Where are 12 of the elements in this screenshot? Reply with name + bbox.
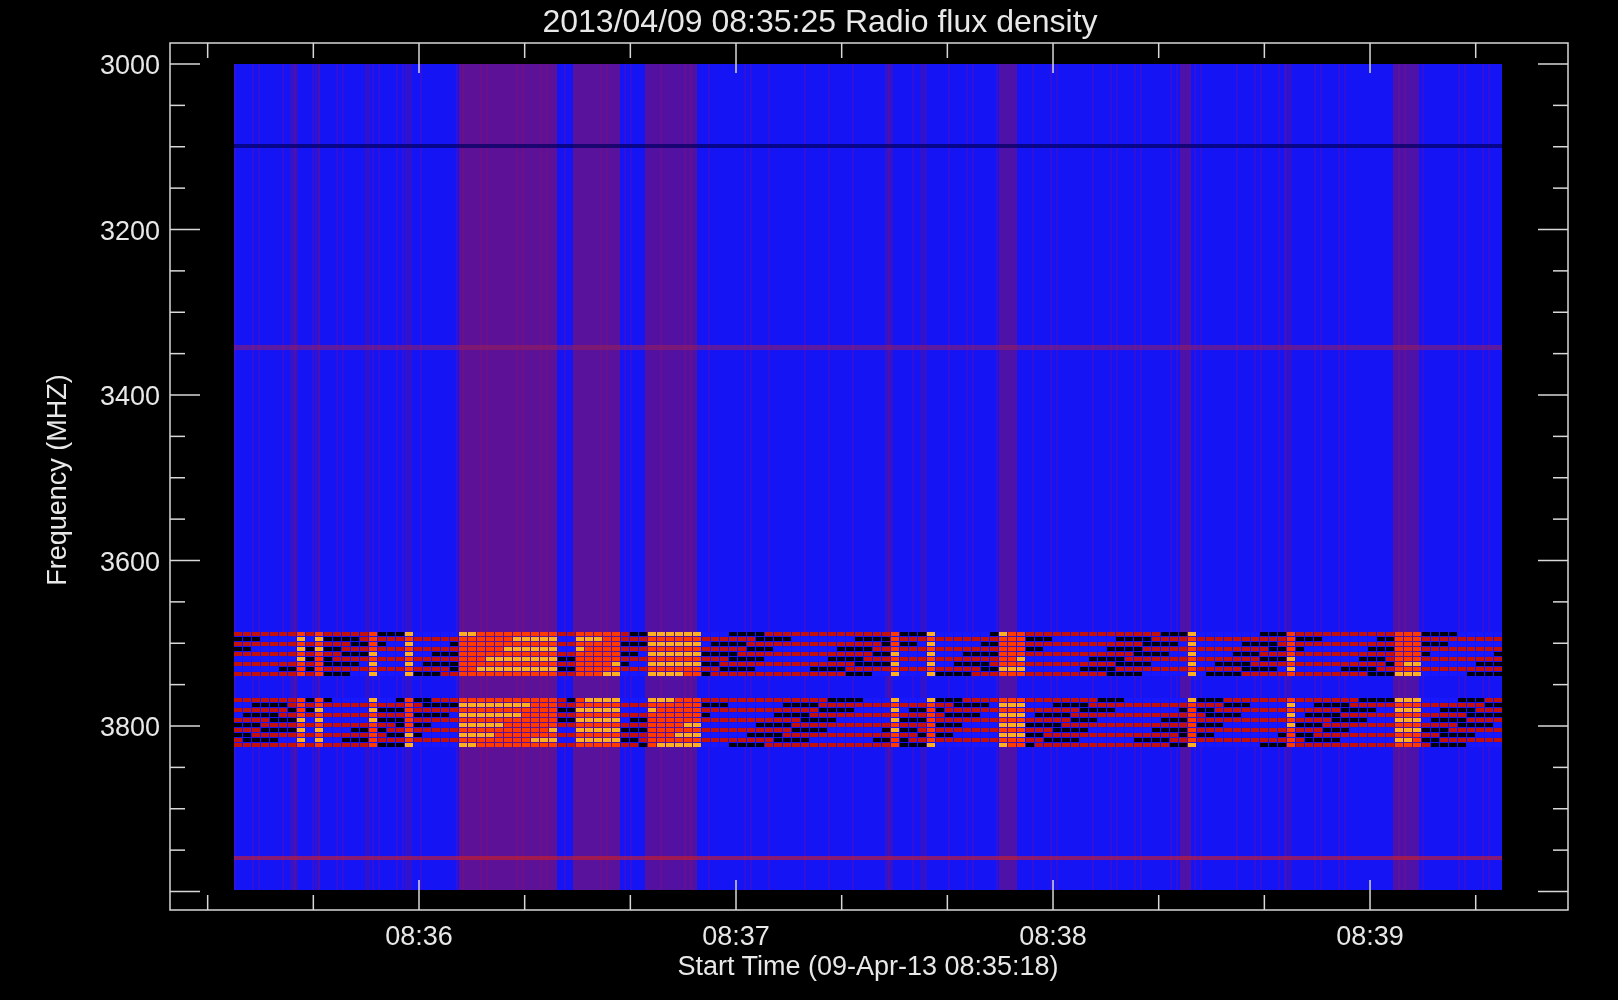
x-tick-label: 08:37 (702, 921, 770, 951)
chart-title: 2013/04/09 08:35:25 Radio flux density (542, 3, 1098, 39)
y-axis-label: Frequency (MHZ) (42, 374, 72, 586)
y-tick-label: 3600 (99, 546, 160, 577)
x-tick-label: 08:38 (1019, 921, 1087, 951)
y-tick-label: 3000 (99, 50, 160, 80)
x-tick-label: 08:39 (1336, 921, 1404, 951)
y-tick-label: 3800 (99, 712, 160, 742)
y-tick-label: 3200 (99, 215, 160, 246)
x-tick-label: 08:36 (385, 921, 453, 951)
y-tick-label: 3400 (99, 381, 160, 411)
x-axis-label: Start Time (09-Apr-13 08:35:18) (677, 951, 1059, 981)
